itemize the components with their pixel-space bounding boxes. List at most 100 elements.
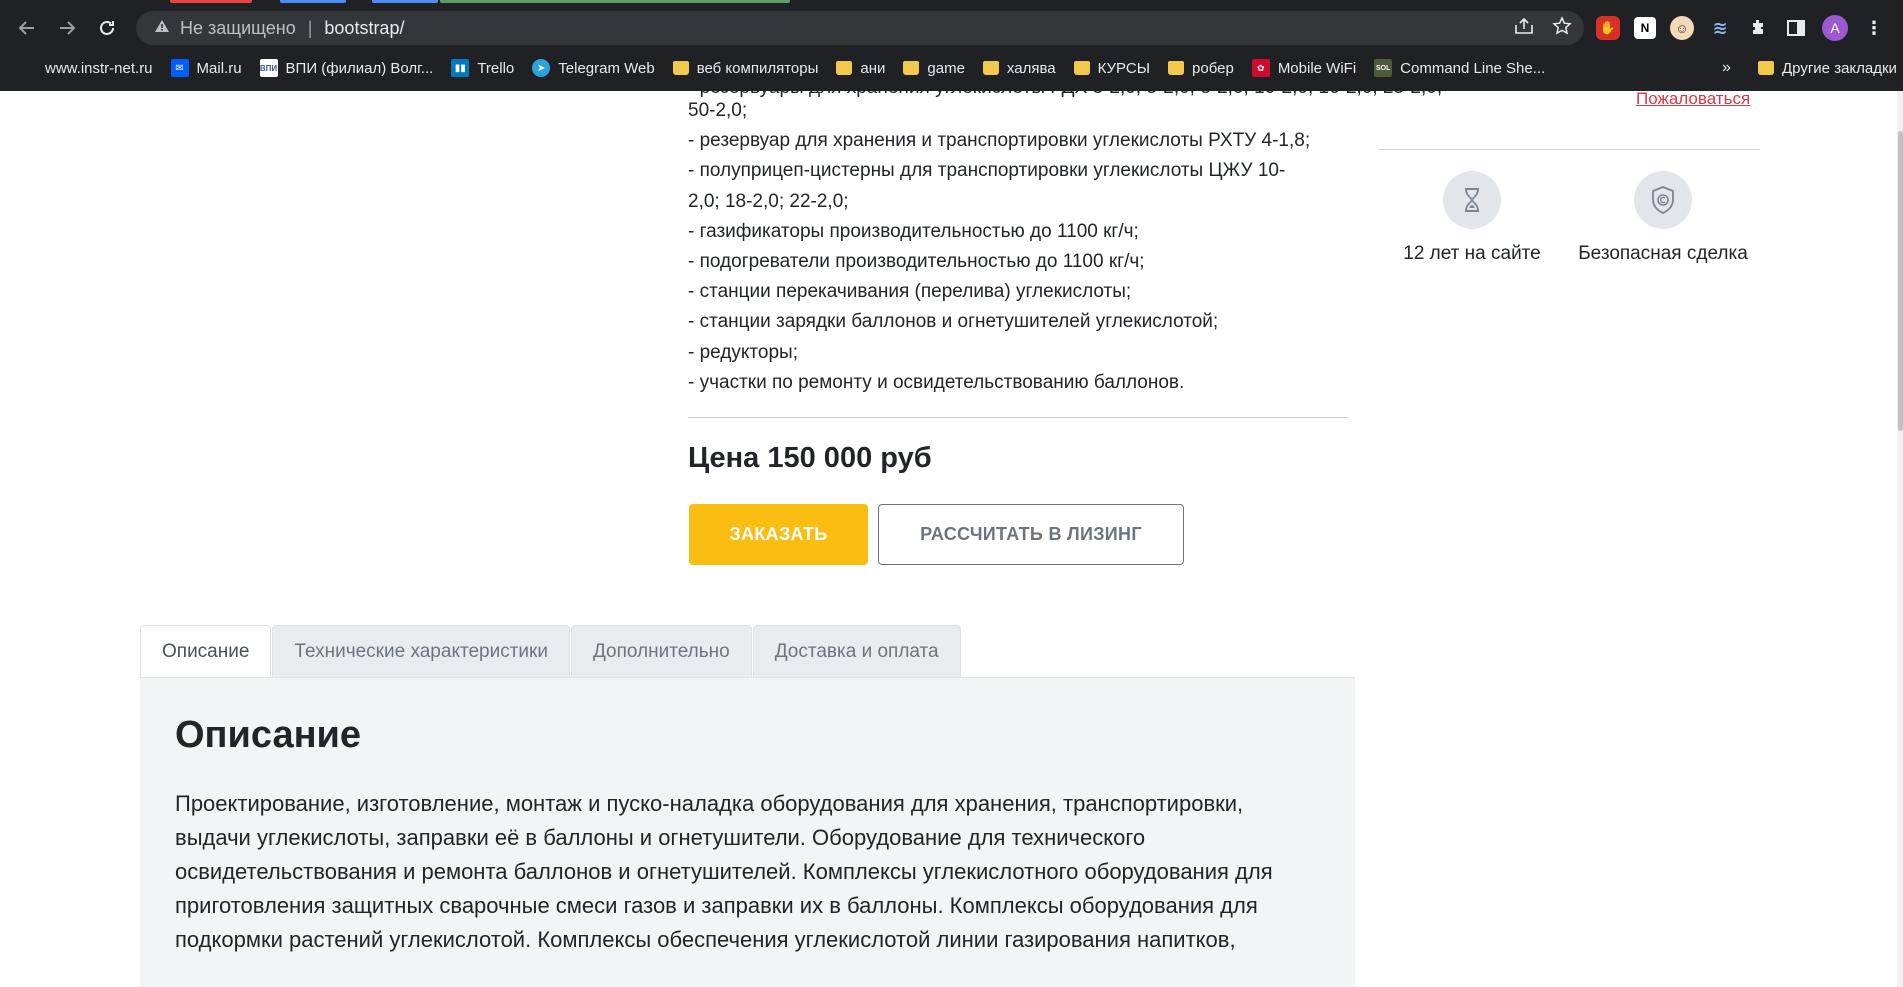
notion-icon[interactable]: N xyxy=(1634,17,1656,39)
menu-kebab-icon[interactable]: ⋮ xyxy=(1862,16,1886,40)
section-title: Описание xyxy=(175,714,362,756)
folder-icon xyxy=(836,61,853,75)
url-text[interactable]: bootstrap/ xyxy=(324,18,404,39)
vpi-icon: ВПИ xyxy=(259,59,278,77)
share-icon[interactable] xyxy=(1514,17,1534,40)
profile-avatar[interactable]: A xyxy=(1822,15,1848,41)
tab-stub-active[interactable] xyxy=(440,0,790,3)
adblock-icon[interactable]: ✋ xyxy=(1596,16,1620,40)
page-icon xyxy=(29,59,39,77)
browser-toolbar: Не защищено | bootstrap/ ✋ N ☺ ≋ A ⋮ xyxy=(0,8,1903,48)
back-icon[interactable] xyxy=(9,10,45,46)
tab-description[interactable]: Описание xyxy=(140,625,272,678)
bookmarks-overflow-button[interactable]: » xyxy=(1722,53,1731,83)
list-item: - резервуар для хранения и транспортиров… xyxy=(688,130,1311,152)
tab-additional[interactable]: Дополнительно xyxy=(570,625,752,678)
bookmark-label: робер xyxy=(1192,59,1234,77)
folder-icon xyxy=(1073,61,1090,75)
other-bookmarks-folder[interactable]: Другие закладки xyxy=(1758,53,1897,83)
paragraph-line: приготовления защитных сварочные смеси г… xyxy=(175,893,1258,918)
bookmark-label: Mobile WiFi xyxy=(1277,59,1357,77)
product-tabs: Описание Технические характеристики Допо… xyxy=(140,625,962,678)
tab-panel-description: Описание Проектирование, изготовление, м… xyxy=(140,677,1355,987)
description-text: Проектирование, изготовление, монтаж и п… xyxy=(175,787,1335,957)
bookmark-item[interactable]: SOL Command Line She... xyxy=(1365,54,1554,82)
bookmark-item[interactable]: ✿ Mobile WiFi xyxy=(1243,54,1365,82)
divider xyxy=(688,417,1348,418)
tab-specifications[interactable]: Технические характеристики xyxy=(272,625,570,678)
paragraph-line: подкормки растений углекислотой. Комплек… xyxy=(175,927,1236,952)
bookmark-label: Command Line She... xyxy=(1400,59,1546,77)
badge-label: 12 лет на сайте xyxy=(1403,243,1541,264)
browser-chrome: Не защищено | bootstrap/ ✋ N ☺ ≋ A ⋮ www… xyxy=(0,0,1903,91)
list-item: - полуприцеп-цистерны для транспортировк… xyxy=(688,160,1286,182)
list-item: 2,0; 18-2,0; 22-2,0; xyxy=(688,190,849,212)
bookmark-folder[interactable]: халява xyxy=(974,54,1065,82)
bookmark-label: КУРСЫ xyxy=(1097,59,1151,77)
bookmark-label: веб компиляторы xyxy=(696,59,819,77)
reload-icon[interactable] xyxy=(89,10,125,46)
address-bar[interactable]: Не защищено | bootstrap/ xyxy=(136,11,1584,45)
huawei-icon: ✿ xyxy=(1251,59,1270,77)
hourglass-icon xyxy=(1443,171,1501,229)
list-item: - редукторы; xyxy=(688,341,798,363)
forward-icon[interactable] xyxy=(49,10,85,46)
bookmark-label: ВПИ (филиал) Волг... xyxy=(285,59,434,77)
tab-stub[interactable] xyxy=(280,0,346,3)
telegram-icon: ➤ xyxy=(532,59,551,77)
list-item: - станции зарядки баллонов и огнетушител… xyxy=(688,311,1219,333)
bookmark-label: game xyxy=(927,59,965,77)
shield-icon xyxy=(1634,171,1692,229)
terminal-icon: SOL xyxy=(1374,59,1393,77)
list-item: 50-2,0; xyxy=(688,100,748,121)
leasing-calc-button[interactable]: РАССЧИТАТЬ В ЛИЗИНГ xyxy=(878,504,1184,565)
scrollbar-thumb[interactable] xyxy=(1898,131,1903,431)
paragraph-line: освидетельствования и ремонта баллонов и… xyxy=(175,859,1273,884)
bookmark-star-icon[interactable] xyxy=(1552,15,1572,41)
tab-strip xyxy=(0,0,1903,8)
list-item: - подогреватели производительностью до 1… xyxy=(688,251,1145,273)
bookmark-folder[interactable]: робер xyxy=(1159,54,1243,82)
list-item: - участки по ремонту и освидетельствован… xyxy=(688,371,1185,393)
bookmark-item[interactable]: ▮▮ Trello xyxy=(442,54,523,82)
tab-stub[interactable] xyxy=(372,0,438,3)
bookmark-item[interactable]: www.instr-net.ru xyxy=(20,54,162,82)
list-item: - станции перекачивания (перелива) углек… xyxy=(688,281,1132,303)
folder-icon xyxy=(672,61,689,75)
badge-label: Безопасная сделка xyxy=(1578,243,1748,264)
divider xyxy=(1378,149,1760,150)
tab-delivery-payment[interactable]: Доставка и оплата xyxy=(752,625,961,678)
folder-icon xyxy=(903,61,920,75)
extensions-puzzle-icon[interactable] xyxy=(1746,16,1770,40)
bookmark-item[interactable]: ✉ Mail.ru xyxy=(162,54,251,82)
bookmarks-bar: www.instr-net.ru ✉ Mail.ru ВПИ ВПИ (фили… xyxy=(0,53,1903,83)
address-separator: | xyxy=(307,17,313,38)
paragraph-line: выдачи углекислоты, заправки её в баллон… xyxy=(175,825,1146,850)
bookmark-folder[interactable]: КУРСЫ xyxy=(1065,54,1159,82)
speed-extension-icon[interactable]: ≋ xyxy=(1708,16,1732,40)
folder-icon xyxy=(982,61,999,75)
order-button[interactable]: ЗАКАЗАТЬ xyxy=(689,504,868,565)
bookmark-folder[interactable]: ани xyxy=(827,54,894,82)
extensions-area: ✋ N ☺ ≋ A ⋮ xyxy=(1596,8,1886,48)
bookmark-label: Mail.ru xyxy=(196,59,242,77)
list-item: - газификаторы производительностью до 11… xyxy=(688,220,1139,242)
bookmark-folder[interactable]: game xyxy=(894,54,974,82)
bookmark-label: www.instr-net.ru xyxy=(45,59,153,77)
bookmark-label: Telegram Web xyxy=(558,59,655,77)
bookmark-item[interactable]: ВПИ ВПИ (филиал) Волг... xyxy=(251,54,443,82)
page-viewport: - резервуары для хранения углекислоты РД… xyxy=(0,91,1903,987)
page-scrollbar[interactable] xyxy=(1897,91,1903,987)
badge-years-on-site: 12 лет на сайте xyxy=(1367,171,1577,265)
avatar-extension-icon[interactable]: ☺ xyxy=(1670,16,1694,40)
product-equipment-list: 50-2,0; - резервуар для хранения и транс… xyxy=(688,96,1348,398)
security-label[interactable]: Не защищено xyxy=(180,18,296,39)
folder-icon xyxy=(1758,61,1774,75)
complain-link[interactable]: Пожаловаться xyxy=(1636,91,1750,109)
badge-safe-deal: Безопасная сделка xyxy=(1558,171,1768,265)
side-panel-icon[interactable] xyxy=(1784,16,1808,40)
tab-stub[interactable] xyxy=(170,0,252,3)
bookmark-item[interactable]: ➤ Telegram Web xyxy=(523,54,663,82)
mail-icon: ✉ xyxy=(170,59,189,77)
bookmark-folder[interactable]: веб компиляторы xyxy=(664,54,828,82)
